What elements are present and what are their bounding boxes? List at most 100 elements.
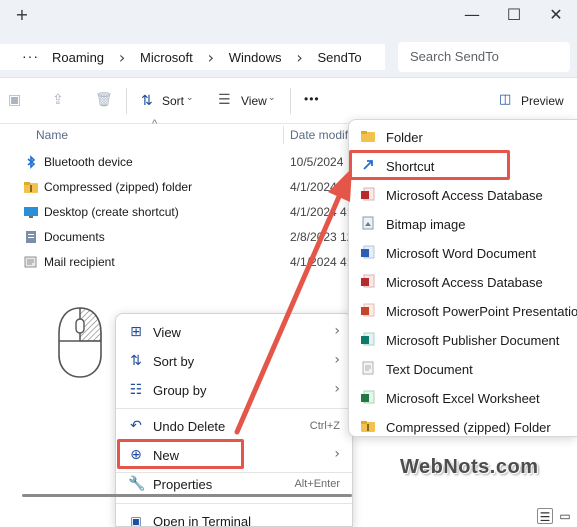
view-icon[interactable]: ☰ — [218, 92, 231, 108]
chevron-down-icon[interactable]: ⌄ — [186, 93, 194, 103]
menu-item-label: Microsoft PowerPoint Presentation — [386, 304, 577, 319]
file-date: 4/1/2024 4:4 — [290, 180, 348, 194]
menu-item-label: Open in Terminal — [153, 514, 252, 527]
menu-item-label: Text Document — [386, 362, 473, 377]
see-more-button[interactable]: ••• — [304, 92, 320, 106]
file-name: Compressed (zipped) folder — [44, 180, 193, 194]
preview-button[interactable]: Preview — [521, 94, 564, 108]
breadcrumb-chevron-icon[interactable]: › — [104, 48, 140, 67]
details-view-icon[interactable]: ☰ — [537, 508, 553, 524]
file-name: Bluetooth device — [44, 155, 133, 169]
file-date: 2/8/2023 12 — [290, 230, 348, 244]
access-icon — [361, 187, 375, 201]
breadcrumb-microsoft[interactable]: Microsoft — [140, 50, 193, 65]
breadcrumb-overflow-button[interactable]: ··· — [22, 48, 39, 64]
maximize-button[interactable]: ☐ — [494, 0, 534, 28]
file-date: 10/5/2024 — [290, 155, 344, 169]
context-menu-item-new[interactable]: ⊕ New › — [116, 441, 352, 469]
title-bar: + — ☐ ✕ — [0, 0, 577, 36]
tiles-view-icon[interactable]: ▭ — [557, 508, 573, 524]
menu-separator — [116, 408, 352, 409]
chevron-right-icon: › — [334, 323, 340, 339]
shortcut-icon — [363, 160, 373, 170]
menu-item-label: Microsoft Access Database — [386, 188, 543, 203]
new-item-compressed-folder[interactable]: Compressed (zipped) Folder — [349, 412, 577, 436]
file-row[interactable]: Compressed (zipped) folder 4/1/2024 4:4 — [0, 175, 352, 200]
menu-item-label: Microsoft Access Database — [386, 275, 543, 290]
new-item-word-document[interactable]: Microsoft Word Document — [349, 238, 577, 267]
context-menu-item-undo-delete[interactable]: ↶ Undo Delete Ctrl+Z — [116, 412, 352, 440]
new-item-powerpoint-presentation[interactable]: Microsoft PowerPoint Presentation — [349, 296, 577, 325]
column-header-date[interactable]: Date modifi — [290, 128, 351, 142]
menu-item-label: Folder — [386, 130, 423, 145]
horizontal-scrollbar[interactable] — [22, 494, 352, 497]
preview-pane-icon[interactable]: ◫ — [499, 92, 511, 107]
file-row[interactable]: Mail recipient 4/1/2024 4:4 — [0, 250, 352, 275]
bitmap-icon — [362, 216, 374, 230]
menu-item-label: Group by — [153, 383, 207, 398]
add-circle-icon: ⊕ — [130, 447, 142, 463]
file-name: Mail recipient — [44, 255, 115, 269]
context-menu-item-open-in-terminal[interactable]: ▣ Open in Terminal — [116, 507, 352, 527]
rename-icon[interactable]: ▣ — [8, 92, 21, 108]
watermark: WebNots.com — [400, 456, 539, 478]
view-button[interactable]: View — [241, 94, 267, 108]
new-tab-button[interactable]: + — [2, 0, 42, 28]
column-header-name[interactable]: Name — [36, 128, 68, 142]
column-headers: ^ Name Date modifi — [0, 118, 352, 146]
access-icon — [361, 274, 375, 288]
file-row[interactable]: Bluetooth device 10/5/2024 — [0, 150, 352, 175]
search-input[interactable]: Search SendTo — [398, 42, 570, 72]
breadcrumb-roaming[interactable]: Roaming — [52, 50, 104, 65]
menu-item-label: Sort by — [153, 354, 195, 369]
group-icon: ☷ — [129, 382, 143, 398]
zip-folder-icon — [24, 182, 38, 193]
menu-item-label: Bitmap image — [386, 217, 466, 232]
zip-folder-icon — [361, 421, 375, 432]
desktop-icon — [24, 207, 38, 218]
toolbar-divider — [290, 88, 291, 114]
file-row[interactable]: Desktop (create shortcut) 4/1/2024 4:4 — [0, 200, 352, 225]
delete-icon[interactable]: 🗑 — [95, 92, 113, 108]
file-date: 4/1/2024 4:4 — [290, 255, 348, 269]
menu-item-label: Undo Delete — [153, 419, 226, 434]
share-icon[interactable]: ⇪ — [52, 92, 64, 108]
close-button[interactable]: ✕ — [536, 0, 576, 28]
menu-item-label: Shortcut — [386, 159, 435, 174]
new-item-bitmap-image[interactable]: Bitmap image — [349, 209, 577, 238]
minimize-button[interactable]: — — [452, 0, 492, 28]
terminal-icon: ▣ — [130, 514, 142, 527]
new-item-excel-worksheet[interactable]: Microsoft Excel Worksheet — [349, 383, 577, 412]
sort-ascending-icon: ^ — [152, 118, 158, 130]
breadcrumb-chevron-icon[interactable]: › — [282, 48, 318, 67]
context-menu-item-group-by[interactable]: ☷ Group by › — [116, 376, 352, 404]
chevron-down-icon[interactable]: ⌄ — [268, 93, 276, 103]
breadcrumb-chevron-icon[interactable]: › — [193, 48, 229, 67]
context-menu-item-view[interactable]: ⊞ View › — [116, 318, 352, 346]
file-row[interactable]: Documents 2/8/2023 12 — [0, 225, 352, 250]
sort-icon[interactable]: ⇅ — [141, 93, 153, 109]
new-item-shortcut[interactable]: Shortcut — [349, 151, 577, 180]
file-name: Documents — [44, 230, 105, 244]
column-divider[interactable] — [283, 126, 284, 144]
menu-item-label: New — [153, 448, 180, 463]
new-item-access-database[interactable]: Microsoft Access Database — [349, 267, 577, 296]
shortcut-hint: Alt+Enter — [294, 478, 340, 490]
sort-button[interactable]: Sort — [162, 94, 184, 108]
word-icon — [361, 245, 375, 259]
mail-icon — [24, 256, 37, 268]
new-item-text-document[interactable]: Text Document — [349, 354, 577, 383]
new-item-publisher-document[interactable]: Microsoft Publisher Document — [349, 325, 577, 354]
publisher-icon — [361, 332, 375, 346]
new-item-access-database[interactable]: Microsoft Access Database — [349, 180, 577, 209]
context-menu-item-sort-by[interactable]: ⇅ Sort by › — [116, 347, 352, 375]
view-toggle-group: ☰ ▭ — [533, 505, 577, 527]
menu-item-label: Microsoft Word Document — [386, 246, 537, 261]
breadcrumb-windows[interactable]: Windows — [229, 50, 282, 65]
file-date: 4/1/2024 4:4 — [290, 205, 348, 219]
menu-item-label: Compressed (zipped) Folder — [386, 420, 551, 435]
file-name: Desktop (create shortcut) — [44, 205, 179, 219]
breadcrumb-sendto[interactable]: SendTo — [318, 50, 362, 65]
shortcut-hint: Ctrl+Z — [309, 420, 340, 432]
new-item-folder[interactable]: Folder — [349, 122, 577, 151]
